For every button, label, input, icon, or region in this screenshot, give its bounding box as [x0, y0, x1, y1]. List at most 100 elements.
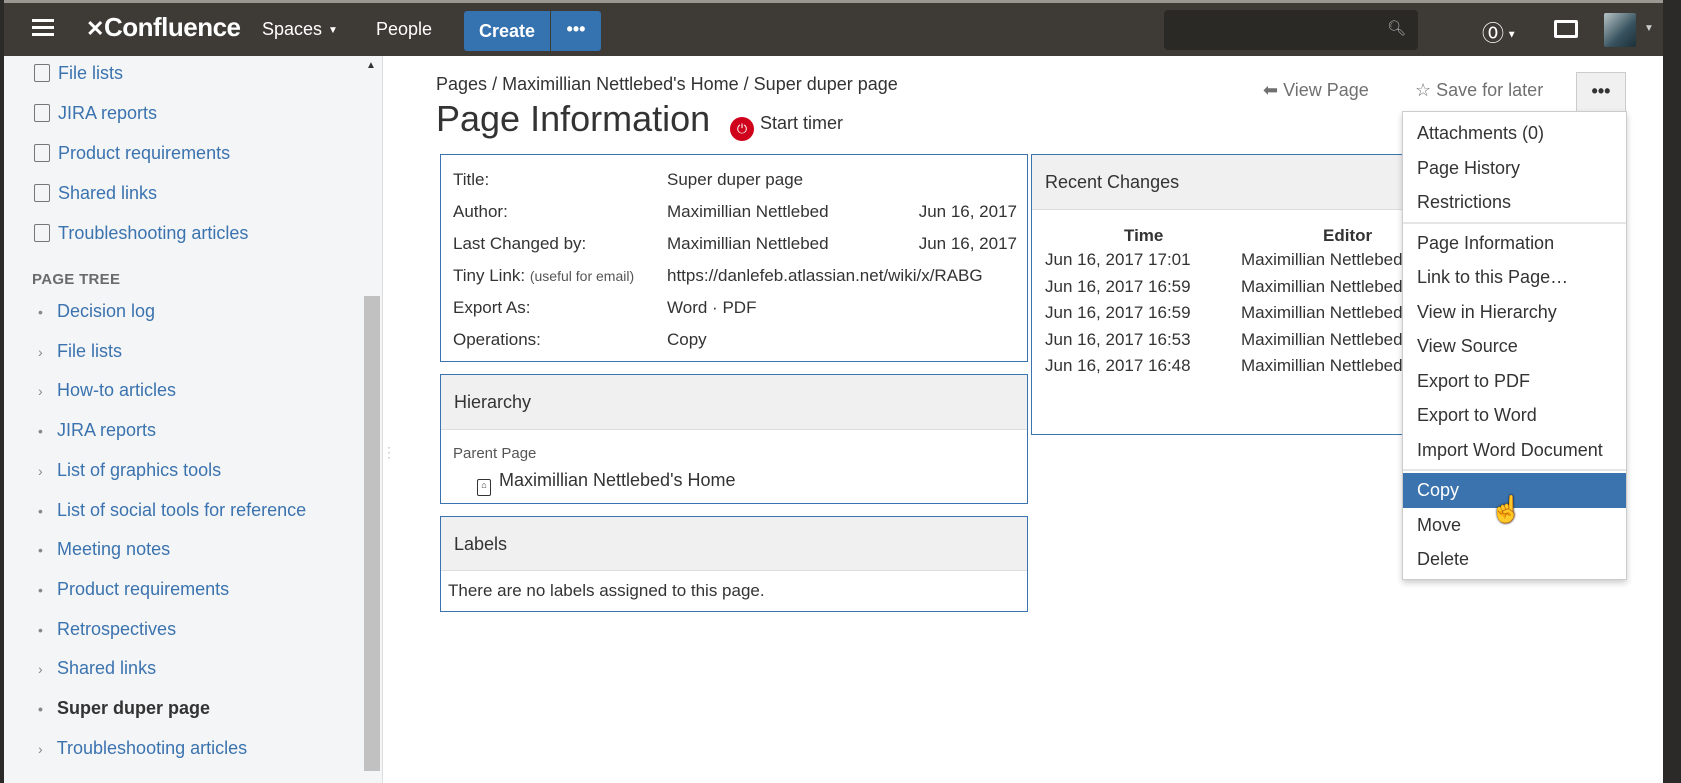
expand-chevron-icon[interactable]: › [38, 344, 52, 360]
export-separator: · [712, 298, 718, 317]
breadcrumb: Pages / Maximillian Nettlebed's Home / S… [436, 74, 898, 95]
last-changed-label: Last Changed by: [453, 234, 587, 253]
menu-item-import-word-document[interactable]: Import Word Document [1403, 433, 1626, 468]
logo-text: Confluence [103, 12, 241, 42]
tiny-link-hint: (useful for email) [529, 268, 635, 284]
breadcrumb-home[interactable]: Maximillian Nettlebed's Home [502, 74, 739, 94]
top-navigation: ✕Confluence Spaces ▼ People Create ••• 🔍︎… [4, 0, 1663, 56]
page-tree-item[interactable]: • List of social tools for reference [38, 500, 306, 521]
notifications-icon[interactable] [1554, 20, 1578, 38]
menu-item-attachments-0[interactable]: Attachments (0) [1403, 116, 1626, 151]
page-tree-item[interactable]: • Decision log [38, 301, 155, 322]
change-editor-link[interactable]: Maximillian Nettlebed [1241, 330, 1403, 350]
change-editor-link[interactable]: Maximillian Nettlebed [1241, 277, 1403, 297]
page-tree-item[interactable]: › List of graphics tools [38, 460, 221, 481]
tiny-link[interactable]: https://danlefeb.atlassian.net/wiki/x/RA… [667, 266, 983, 286]
bullet-icon: • [38, 621, 43, 638]
page-tree-label: Shared links [57, 658, 157, 679]
view-page-label: View Page [1283, 80, 1369, 100]
page-tree-item[interactable]: › How-to articles [38, 380, 176, 401]
menu-separator [1403, 221, 1626, 224]
page-tree-item[interactable]: › Troubleshooting articles [38, 738, 247, 759]
page-title: Page Information [436, 98, 711, 139]
expand-chevron-icon[interactable]: › [38, 383, 52, 399]
shortcut-label: JIRA reports [58, 103, 158, 123]
folder-icon [34, 64, 50, 82]
page-tree-label: Product requirements [57, 578, 230, 599]
chevron-down-icon[interactable]: ▼ [1644, 23, 1654, 34]
sidebar-scrollbar[interactable] [364, 296, 380, 771]
shortcut-jira-reports[interactable]: JIRA reports [34, 103, 157, 124]
back-arrow-icon: ⬅ [1263, 80, 1284, 100]
shortcut-product-requirements[interactable]: Product requirements [34, 143, 230, 164]
page-tree-item[interactable]: › Shared links [38, 658, 156, 679]
shortcut-troubleshooting[interactable]: Troubleshooting articles [34, 223, 248, 244]
jira-icon [34, 104, 50, 122]
bullet-icon: • [38, 701, 43, 717]
page-tree-item[interactable]: • Super duper page [38, 698, 210, 719]
people-link[interactable]: People [376, 19, 432, 40]
labels-title: Labels [441, 517, 1027, 571]
confluence-logo[interactable]: ✕Confluence [86, 12, 241, 43]
page-tree-item[interactable]: • Product requirements [38, 579, 229, 600]
expand-chevron-icon[interactable]: › [38, 741, 52, 757]
change-editor-link[interactable]: Maximillian Nettlebed [1241, 356, 1403, 376]
hierarchy-title: Hierarchy [441, 375, 1027, 430]
create-more-button[interactable]: ••• [551, 11, 601, 51]
sidebar-resize-handle[interactable]: · · · [387, 441, 391, 463]
view-page-button[interactable]: ⬅ View Page [1263, 80, 1369, 101]
menu-item-link-to-this-page[interactable]: Link to this Page… [1403, 260, 1626, 295]
last-changed-link[interactable]: Maximillian Nettlebed [667, 234, 829, 254]
expand-chevron-icon[interactable]: › [38, 661, 52, 677]
shortcut-shared-links[interactable]: Shared links [34, 183, 157, 204]
sidebar: ▲ File lists JIRA reports Product requir… [4, 56, 383, 783]
menu-item-delete[interactable]: Delete [1403, 542, 1626, 577]
menu-icon[interactable] [32, 19, 54, 37]
avatar[interactable] [1604, 13, 1636, 47]
change-editor-link[interactable]: Maximillian Nettlebed [1241, 303, 1403, 323]
parent-page-link[interactable]: ⌂ Maximillian Nettlebed's Home [477, 470, 736, 496]
menu-item-export-to-pdf[interactable]: Export to PDF [1403, 364, 1626, 399]
parent-page-title: Maximillian Nettlebed's Home [499, 470, 736, 490]
save-for-later-label: Save for later [1436, 80, 1544, 100]
breadcrumb-current[interactable]: Super duper page [754, 74, 898, 94]
more-actions-button[interactable]: ••• [1576, 72, 1626, 112]
expand-chevron-icon[interactable]: › [38, 463, 52, 479]
export-word-link[interactable]: Word [667, 298, 707, 317]
column-header-editor: Editor [1323, 226, 1373, 245]
help-icon[interactable]: ⓪ ▼ [1482, 16, 1517, 48]
save-for-later-button[interactable]: ☆ Save for later [1415, 80, 1543, 101]
scroll-up-icon[interactable]: ▲ [366, 60, 376, 71]
last-changed-date: Jun 16, 2017 [918, 234, 1017, 253]
bullet-icon: • [38, 423, 43, 440]
page-tree-item[interactable]: • Retrospectives [38, 619, 176, 640]
operations-copy-link[interactable]: Copy [667, 330, 707, 350]
home-page-icon: ⌂ [477, 479, 491, 496]
menu-item-view-source[interactable]: View Source [1403, 329, 1626, 364]
menu-item-export-to-word[interactable]: Export to Word [1403, 398, 1626, 433]
column-header-time: Time [1124, 226, 1164, 245]
window-frame-right [1663, 0, 1681, 783]
export-pdf-link[interactable]: PDF [722, 298, 756, 317]
hierarchy-panel: Hierarchy Parent Page ⌂ Maximillian Nettl… [440, 374, 1028, 504]
menu-item-page-history[interactable]: Page History [1403, 151, 1626, 186]
menu-item-restrictions[interactable]: Restrictions [1403, 185, 1626, 220]
breadcrumb-pages[interactable]: Pages [436, 74, 487, 94]
bullet-icon: • [38, 502, 43, 519]
shortcut-file-lists[interactable]: File lists [34, 63, 123, 84]
shortcut-label: Product requirements [58, 143, 231, 163]
author-link[interactable]: Maximillian Nettlebed [667, 202, 829, 222]
author-label: Author: [453, 202, 508, 221]
menu-item-page-information[interactable]: Page Information [1403, 226, 1626, 261]
page-tree-item[interactable]: › File lists [38, 341, 122, 362]
start-timer-label: Start timer [760, 113, 844, 133]
menu-item-view-in-hierarchy[interactable]: View in Hierarchy [1403, 295, 1626, 330]
spaces-menu[interactable]: Spaces ▼ [262, 19, 338, 40]
search-input[interactable]: 🔍︎ [1164, 10, 1418, 50]
change-editor-link[interactable]: Maximillian Nettlebed [1241, 250, 1403, 270]
page-tree-item[interactable]: • Meeting notes [38, 539, 170, 560]
start-timer-button[interactable]: ⏻ Start timer [730, 113, 843, 141]
create-button[interactable]: Create [464, 11, 550, 51]
link-icon [34, 184, 50, 202]
page-tree-item[interactable]: • JIRA reports [38, 420, 156, 441]
